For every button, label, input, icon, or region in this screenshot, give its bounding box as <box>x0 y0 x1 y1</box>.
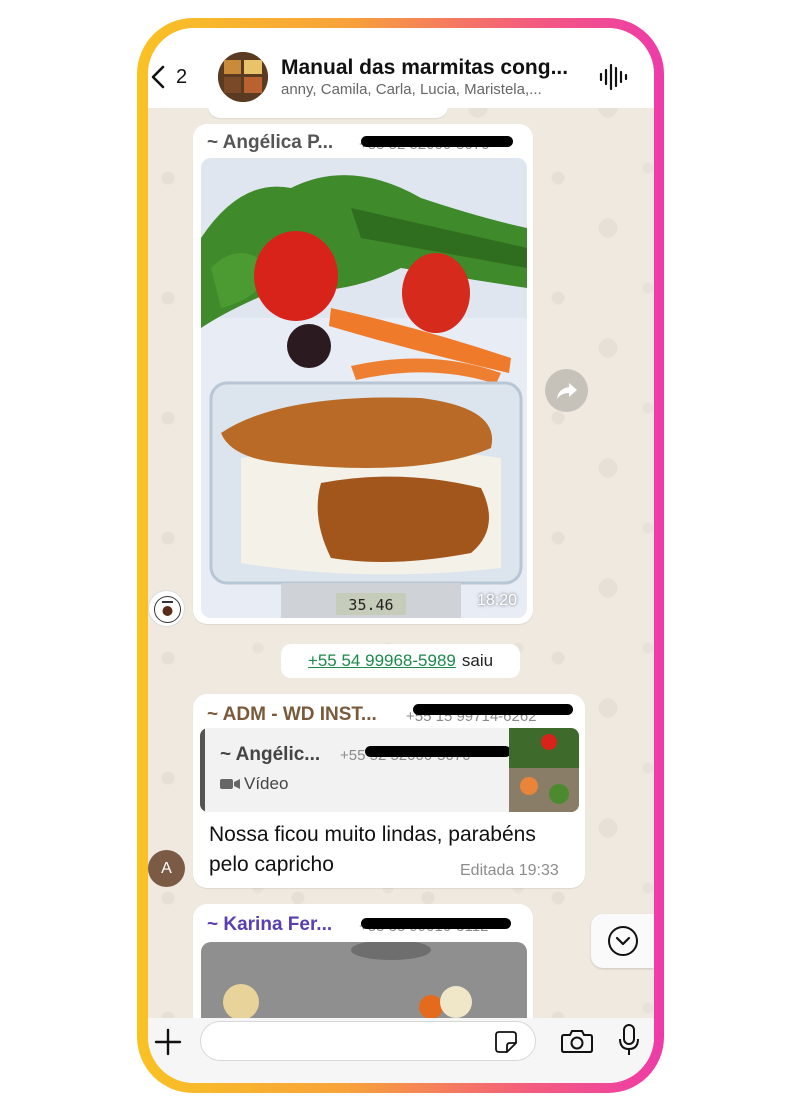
food-photo: 35.46 <box>201 158 527 618</box>
scale-reading: 35.46 <box>348 596 393 614</box>
sender-avatar[interactable] <box>148 590 185 627</box>
quoted-sender: ~ Angélic... <box>220 744 321 765</box>
scroll-to-bottom-button[interactable] <box>591 914 654 968</box>
sender-name[interactable]: ~ Angélica P... <box>207 132 333 154</box>
redaction-bar <box>365 746 511 757</box>
sender-name[interactable]: ~ ADM - WD INST... <box>207 704 377 726</box>
chevron-down-circle-icon <box>607 926 638 956</box>
message-bubble[interactable]: ~ Angélica P... +55 52 52000-5070 <box>193 124 533 624</box>
cafe-logo-icon <box>154 596 181 623</box>
quoted-thumbnail <box>509 728 579 812</box>
microphone-icon[interactable] <box>618 1024 640 1056</box>
input-bar <box>148 1018 654 1083</box>
audio-wave-icon[interactable] <box>598 62 628 92</box>
back-button[interactable]: 2 <box>148 64 198 90</box>
message-input[interactable] <box>200 1021 536 1061</box>
message-time: Editada 19:33 <box>460 862 559 879</box>
system-text: saiu <box>461 651 494 670</box>
group-members[interactable]: anny, Camila, Carla, Lucia, Maristela,..… <box>281 81 581 98</box>
forward-icon <box>556 382 577 399</box>
sender-name[interactable]: ~ Karina Fer... <box>207 914 332 936</box>
message-bubble[interactable]: ~ Karina Fer... +55 35 99010-3112 <box>193 904 533 1042</box>
group-avatar[interactable] <box>218 52 268 102</box>
forward-button[interactable] <box>545 369 588 412</box>
sticker-icon[interactable] <box>494 1030 518 1054</box>
unread-count: 2 <box>176 65 188 88</box>
camera-icon[interactable] <box>561 1028 593 1054</box>
system-message: +55 54 99968-5989 saiu <box>281 644 520 678</box>
redaction-bar <box>361 136 513 147</box>
chat-header: 2 Manual das marmitas cong... anny, Cami… <box>148 28 654 108</box>
chevron-left-icon <box>151 65 165 89</box>
plus-icon[interactable] <box>154 1028 182 1056</box>
group-avatar-image <box>218 52 268 102</box>
chat-screen: 2 Manual das marmitas cong... anny, Cami… <box>148 28 654 1083</box>
video-camera-icon <box>220 779 240 789</box>
redaction-bar <box>413 704 573 715</box>
quoted-message[interactable]: ~ Angélic... +55 52 52000-5070 Vídeo <box>200 728 579 812</box>
redaction-bar <box>361 918 511 929</box>
quote-bar <box>200 728 205 812</box>
group-title[interactable]: Manual das marmitas cong... <box>281 56 581 80</box>
phone-link[interactable]: +55 54 99968-5989 <box>308 651 456 671</box>
quoted-type: Vídeo <box>244 774 289 793</box>
message-time: 18:20 <box>476 592 517 609</box>
sender-avatar[interactable]: A <box>148 850 185 887</box>
photo-attachment[interactable]: 35.46 18:20 <box>201 158 527 618</box>
